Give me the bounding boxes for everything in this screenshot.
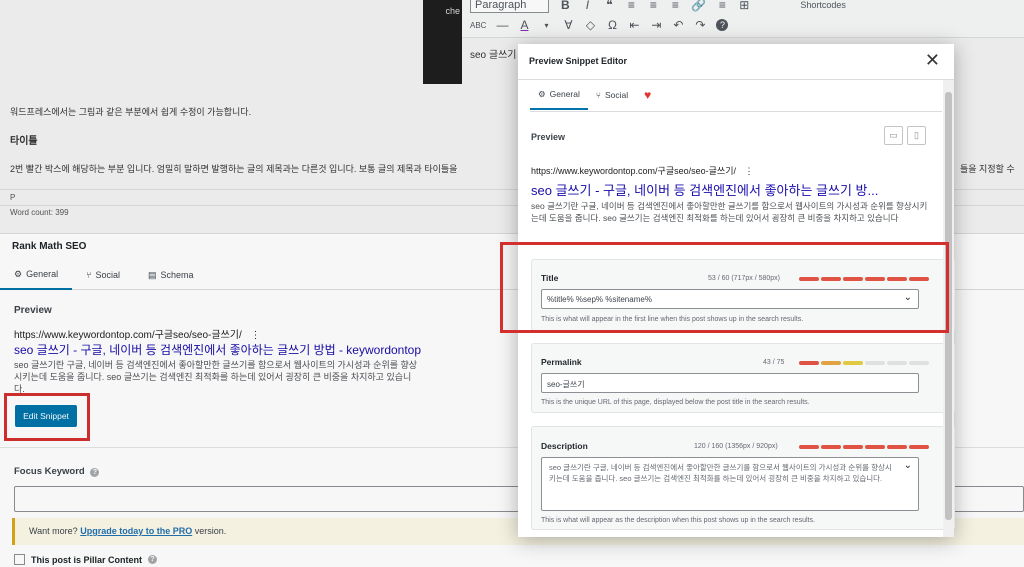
permalink-length-bar	[799, 361, 929, 365]
tab-label: General	[549, 89, 580, 99]
snippet-description: seo 글쓰기란 구글, 네이버 등 검색엔진에서 좋아할만한 글쓰기를 함으로…	[531, 201, 928, 223]
heart-icon: ♥	[644, 88, 652, 102]
permalink-counter: 43 / 75	[763, 359, 785, 366]
desktop-icon[interactable]: ▭	[884, 126, 903, 145]
close-icon[interactable]: ✕	[925, 50, 940, 71]
snippet-url: https://www.keywordontop.com/구글seo/seo-글…	[531, 164, 754, 177]
description-counter: 120 / 160 (1356px / 920px)	[694, 443, 778, 450]
annotation-box	[500, 242, 949, 333]
description-length-bar	[799, 445, 929, 449]
length-bar-segment	[821, 445, 841, 449]
length-bar-segment	[799, 445, 819, 449]
tab-label: Social	[604, 90, 629, 100]
description-hint: This is what will appear as the descript…	[541, 517, 815, 524]
gear-icon: ⚙	[538, 88, 546, 99]
length-bar-segment	[887, 361, 907, 365]
length-bar-segment	[887, 445, 907, 449]
preview-heading: Preview	[531, 132, 566, 142]
snippet-title: seo 글쓰기 - 구글, 네이버 등 검색엔진에서 좋아하는 글쓰기 방...	[531, 183, 879, 198]
modal-title: Preview Snippet Editor	[529, 56, 628, 66]
permalink-field-card: Permalink 43 / 75 seo-글쓰기 This is the un…	[531, 343, 955, 413]
more-icon[interactable]: ⋮	[745, 166, 754, 176]
tab-general[interactable]: ⚙ General	[530, 80, 588, 110]
permalink-input[interactable]: seo-글쓰기	[541, 373, 919, 393]
snippet-url-text: https://www.keywordontop.com/구글seo/seo-글…	[531, 166, 736, 176]
modal-tabs: ⚙ General ⑂ Social ♥	[530, 80, 942, 112]
length-bar-segment	[821, 361, 841, 365]
permalink-input-value: seo-글쓰기	[547, 380, 585, 389]
share-icon: ⑂	[595, 90, 601, 100]
tab-heart[interactable]: ♥	[636, 80, 659, 110]
length-bar-segment	[843, 445, 863, 449]
chevron-down-icon[interactable]: ⌄	[904, 460, 912, 471]
length-bar-segment	[909, 361, 929, 365]
modal-header: Preview Snippet Editor ✕	[518, 44, 954, 80]
length-bar-segment	[843, 361, 863, 365]
description-field-card: Description 120 / 160 (1356px / 920px) s…	[531, 426, 955, 530]
permalink-hint: This is the unique URL of this page, dis…	[541, 399, 810, 406]
description-textarea-value: seo 글쓰기란 구글, 네이버 등 검색엔진에서 좋아할만한 글쓰기를 함으로…	[549, 463, 892, 483]
length-bar-segment	[909, 445, 929, 449]
description-label: Description	[541, 441, 588, 451]
mobile-icon[interactable]: ▯	[907, 126, 926, 145]
length-bar-segment	[865, 445, 885, 449]
tab-social[interactable]: ⑂ Social	[588, 80, 636, 110]
description-textarea[interactable]: seo 글쓰기란 구글, 네이버 등 검색엔진에서 좋아할만한 글쓰기를 함으로…	[541, 457, 919, 511]
permalink-label: Permalink	[541, 357, 582, 367]
length-bar-segment	[865, 361, 885, 365]
length-bar-segment	[799, 361, 819, 365]
